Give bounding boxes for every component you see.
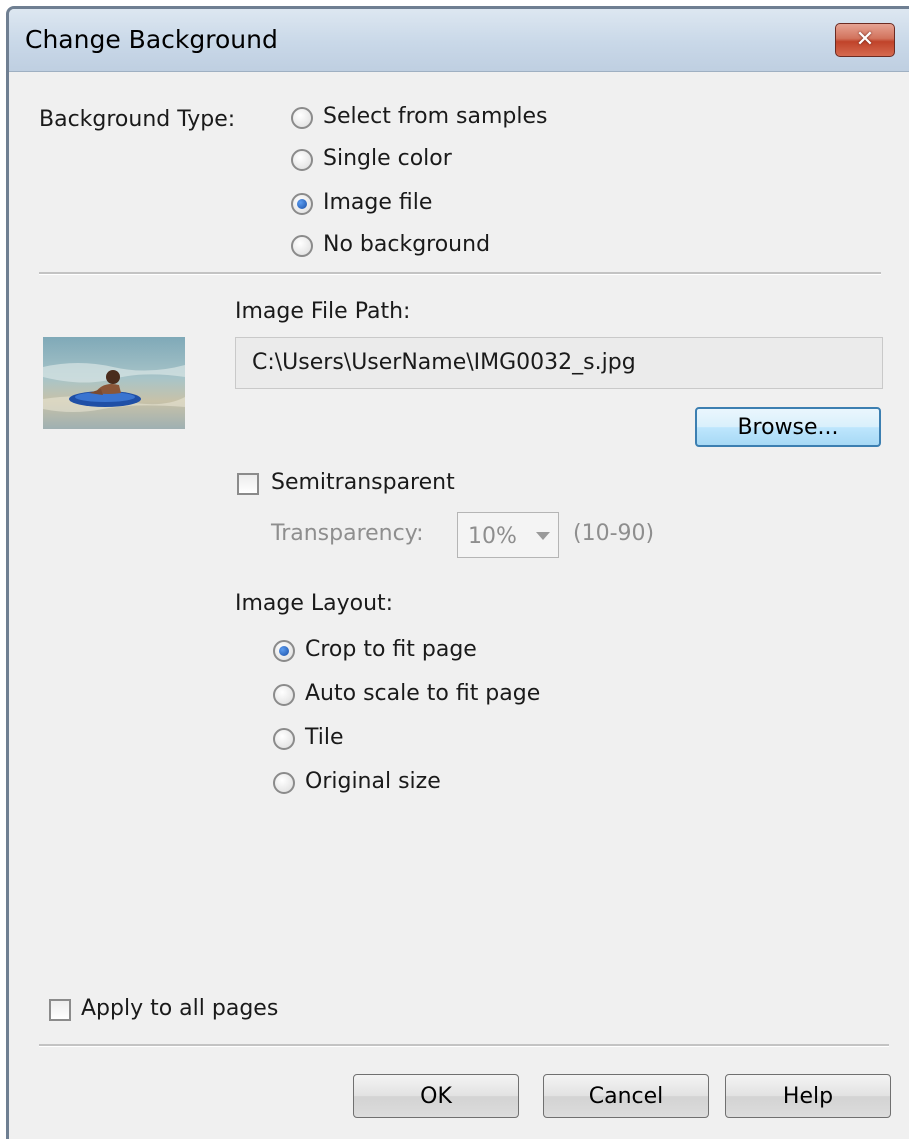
radio-single-color[interactable] — [291, 149, 313, 171]
transparency-value: 10% — [468, 524, 517, 549]
radio-auto-scale-to-fit-page[interactable] — [273, 684, 295, 706]
title-bar: Change Background ✕ — [9, 9, 909, 72]
radio-label-original-size[interactable]: Original size — [305, 769, 441, 794]
cancel-button[interactable]: Cancel — [543, 1074, 709, 1118]
radio-label-image-file[interactable]: Image file — [323, 190, 432, 215]
transparency-label: Transparency: — [271, 521, 424, 546]
close-button[interactable]: ✕ — [835, 23, 895, 57]
radio-label-no-background[interactable]: No background — [323, 232, 490, 257]
help-button[interactable]: Help — [725, 1074, 891, 1118]
image-file-path-label: Image File Path: — [235, 299, 411, 324]
radio-no-background[interactable] — [291, 235, 313, 257]
semitransparent-checkbox[interactable] — [237, 473, 259, 495]
radio-label-auto-scale-to-fit-page[interactable]: Auto scale to fit page — [305, 681, 540, 706]
close-icon: ✕ — [855, 27, 875, 52]
radio-crop-to-fit-page[interactable] — [273, 640, 295, 662]
ok-button[interactable]: OK — [353, 1074, 519, 1118]
browse-button[interactable]: Browse... — [695, 407, 881, 447]
change-background-dialog: Change Background ✕ Background Type: Sel… — [6, 6, 909, 1139]
apply-to-all-pages-checkbox[interactable] — [49, 999, 71, 1021]
background-type-label: Background Type: — [39, 107, 236, 132]
thumbnail-photo-icon — [43, 337, 185, 429]
radio-label-tile[interactable]: Tile — [305, 725, 344, 750]
image-thumbnail — [43, 337, 185, 429]
radio-label-select-from-samples[interactable]: Select from samples — [323, 104, 548, 129]
image-file-path-field[interactable]: C:\Users\UserName\IMG0032_s.jpg — [235, 337, 883, 389]
chevron-down-icon — [536, 532, 550, 540]
radio-label-crop-to-fit-page[interactable]: Crop to fit page — [305, 637, 477, 662]
radio-tile[interactable] — [273, 728, 295, 750]
transparency-dropdown[interactable]: 10% — [457, 512, 559, 558]
radio-select-from-samples[interactable] — [291, 107, 313, 129]
window-title: Change Background — [25, 25, 278, 54]
semitransparent-label[interactable]: Semitransparent — [271, 470, 455, 495]
image-file-path-value: C:\Users\UserName\IMG0032_s.jpg — [252, 350, 636, 375]
transparency-range-hint: (10-90) — [573, 521, 655, 546]
radio-label-single-color[interactable]: Single color — [323, 146, 452, 171]
radio-image-file[interactable] — [291, 193, 313, 215]
radio-original-size[interactable] — [273, 772, 295, 794]
separator-top — [39, 272, 881, 275]
apply-to-all-pages-label[interactable]: Apply to all pages — [81, 996, 278, 1021]
image-layout-label: Image Layout: — [235, 591, 394, 616]
separator-bottom — [39, 1044, 889, 1047]
